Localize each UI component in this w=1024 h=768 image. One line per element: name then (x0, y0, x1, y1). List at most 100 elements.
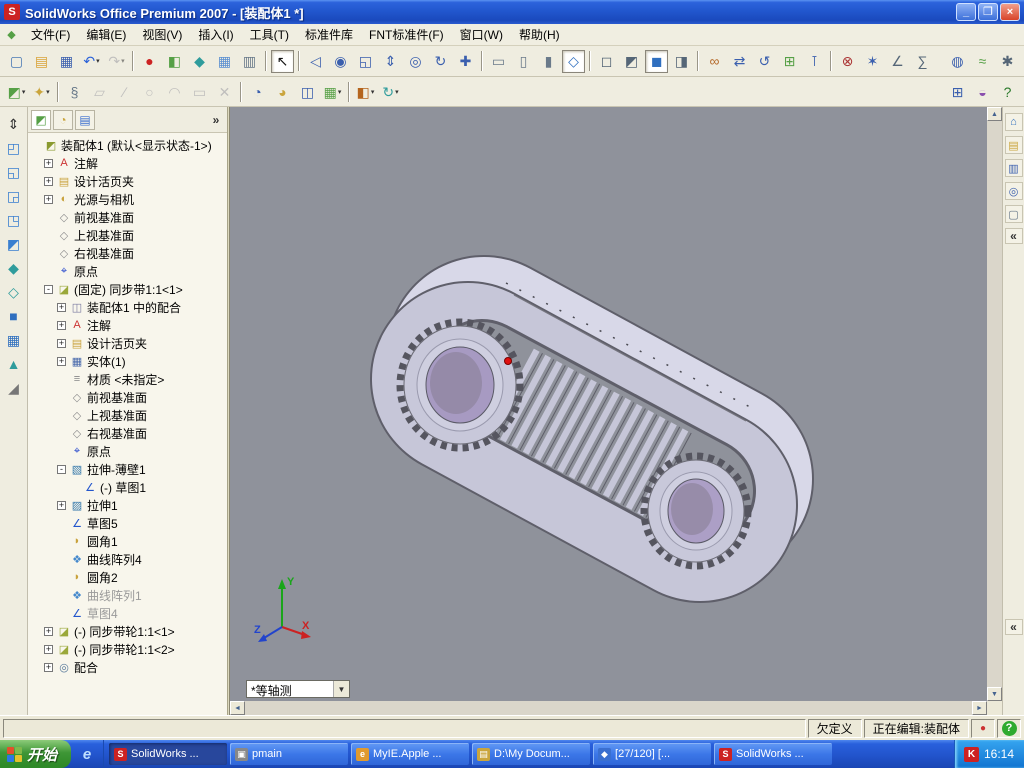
menu-item[interactable]: 窗口(W) (452, 24, 511, 45)
insert-component-side-button[interactable]: ◰ (3, 137, 25, 158)
tree-item[interactable]: ∠ 草图5 (28, 514, 227, 532)
open-document-button[interactable]: ▤ (30, 50, 53, 73)
taskbar-button[interactable]: ▣ pmain (230, 743, 349, 765)
expand-icon[interactable]: + (57, 338, 66, 348)
view-isometric-button[interactable]: ◇ (562, 49, 585, 73)
expand-icon[interactable]: + (57, 356, 66, 366)
menu-item[interactable]: 帮助(H) (511, 24, 568, 45)
tree-item[interactable]: ◩ 装配体1 (默认<显示状态-1>) (28, 136, 227, 154)
circle-button[interactable]: ○ (138, 80, 161, 103)
dropdown-caret-icon[interactable]: ▾ (46, 88, 50, 96)
zoom-previous-button[interactable]: ◁ (304, 50, 327, 73)
edit-component-button[interactable]: ◧ (163, 50, 186, 73)
help-button[interactable]: ? (996, 80, 1019, 103)
taskbar-button[interactable]: e MyIE.Apple ... (351, 743, 470, 765)
viewport[interactable]: Y X Z *等轴测 ▼ ▲ ▼ ◄ ► (230, 107, 1002, 715)
redo-button[interactable]: ↷ ▾ (105, 50, 128, 73)
featuremanager-tab[interactable]: ◩ (31, 109, 51, 130)
tree-item[interactable]: + ◪ (-) 同步带轮1:1<2> (28, 640, 227, 658)
scroll-down-icon[interactable]: ▼ (987, 687, 1002, 701)
zoom-to-selection-button[interactable]: ◎ (404, 50, 427, 73)
tree-item[interactable]: + ◎ 配合 (28, 658, 227, 676)
menu-item[interactable]: 标准件库 (297, 24, 361, 45)
mate-button[interactable]: ∞ (703, 50, 726, 73)
smart-tools-button[interactable]: ✦ ▾ (30, 80, 53, 103)
tree-item[interactable]: + ◐ 光源与相机 (28, 190, 227, 208)
tree-item[interactable]: ◇ 右视基准面 (28, 244, 227, 262)
taskbar-button[interactable]: ▤ D:\My Docum... (472, 743, 591, 765)
panel-expand-chevron[interactable]: » (208, 113, 224, 127)
mass-properties-button[interactable]: ∑ (911, 50, 934, 73)
tree-item[interactable]: ◗ 圆角1 (28, 532, 227, 550)
tree-item[interactable]: ◇ 右视基准面 (28, 424, 227, 442)
design-library-button[interactable]: ▤ (1004, 136, 1023, 154)
view-orientation-combo[interactable]: *等轴测 ▼ (246, 680, 350, 698)
taskbar-button[interactable]: S SolidWorks ... (109, 743, 228, 765)
curvature-button[interactable]: ≈ (971, 50, 994, 73)
tree-item[interactable]: + ◪ (-) 同步带轮1:1<1> (28, 622, 227, 640)
help-icon[interactable]: ? (1001, 720, 1017, 736)
record-macro-button[interactable]: ● (138, 50, 161, 73)
scroll-up-icon[interactable]: ▲ (987, 107, 1002, 121)
dropdown-caret-icon[interactable]: ▾ (96, 57, 100, 65)
measure-button[interactable]: ∠ (886, 50, 909, 73)
viewport-hscrollbar[interactable]: ◄ ► (230, 701, 987, 715)
hide-show-component-button[interactable]: ◳ (3, 209, 25, 230)
trim-entities-button[interactable]: ✕ (213, 80, 236, 103)
file-explorer-button[interactable]: ▥ (1004, 159, 1023, 177)
rotate-view-button[interactable]: ↻ (429, 50, 452, 73)
collapse-icon[interactable]: - (57, 464, 66, 474)
combo-dropdown-icon[interactable]: ▼ (333, 681, 349, 697)
insert-components-button[interactable]: ⊞ (778, 50, 801, 73)
hscroll-track[interactable] (245, 701, 972, 715)
internet-explorer-button[interactable]: e (77, 744, 97, 764)
document-preview-button[interactable]: ▢ (1004, 205, 1023, 223)
sketch-button[interactable]: ▱ (88, 80, 111, 103)
collapse-pane-chevron[interactable]: « (1004, 228, 1023, 244)
tree-item[interactable]: ◇ 前视基准面 (28, 388, 227, 406)
toolbox-button[interactable]: ⊞ (946, 80, 969, 103)
expand-icon[interactable]: + (44, 194, 53, 204)
section-side-button[interactable]: ◢ (3, 377, 25, 398)
dropdown-caret-icon[interactable]: ▾ (22, 88, 26, 96)
mirror-entities-button[interactable]: ◫ (296, 80, 319, 103)
collapse-icon[interactable]: - (44, 284, 53, 294)
scroll-left-icon[interactable]: ◄ (230, 701, 245, 715)
view-front-button[interactable]: ▭ (487, 50, 510, 73)
menu-item[interactable]: 工具(T) (242, 24, 297, 45)
tree-item[interactable]: ⌖ 原点 (28, 262, 227, 280)
new-document-button[interactable]: ▢ (5, 50, 28, 73)
hidden-lines-visible-button[interactable]: ◩ (620, 50, 643, 73)
close-button[interactable]: × (1000, 3, 1020, 21)
expand-icon[interactable]: + (57, 500, 66, 510)
insert-component-button[interactable]: ◩ ▾ (5, 80, 28, 103)
tree-item[interactable]: ◇ 上视基准面 (28, 406, 227, 424)
menu-item[interactable]: 文件(F) (23, 24, 78, 45)
tree-item[interactable]: + ▤ 设计活页夹 (28, 172, 227, 190)
view-left-button[interactable]: ▮ (537, 50, 560, 73)
convert-entities-button[interactable]: ◔ (246, 80, 269, 103)
zoom-in-out-button[interactable]: ⇕ (379, 50, 402, 73)
select-button[interactable]: ↖ (271, 49, 294, 73)
exploded-view-button[interactable]: ✶ (861, 50, 884, 73)
move-component-button[interactable]: ⇄ (728, 50, 751, 73)
rotate-component-button[interactable]: ↺ (753, 50, 776, 73)
configurationmanager-tab[interactable]: ▤ (75, 109, 95, 130)
smart-fasteners-button[interactable]: ⊺ (803, 50, 826, 73)
model-canvas[interactable] (230, 107, 987, 701)
options-button[interactable]: ✱ (996, 50, 1019, 73)
vscroll-track[interactable] (987, 121, 1002, 687)
move-component-side-button[interactable]: ◆ (3, 257, 25, 278)
offset-entities-button[interactable]: ◕ (271, 80, 294, 103)
start-button[interactable]: 开始 (0, 740, 72, 768)
expand-icon[interactable]: + (57, 320, 66, 330)
expand-icon[interactable]: + (44, 176, 53, 186)
edit-part-button[interactable]: ◲ (3, 185, 25, 206)
photoworks-button[interactable]: ◒ (971, 80, 994, 103)
component-pattern-button[interactable]: ▦ (3, 329, 25, 350)
tree-item[interactable]: ◇ 上视基准面 (28, 226, 227, 244)
expand-icon[interactable]: + (44, 626, 53, 636)
tray-k-icon[interactable]: K (963, 746, 979, 762)
standard-views-button[interactable]: ↻ ▾ (379, 80, 402, 103)
search-button[interactable]: ◎ (1004, 182, 1023, 200)
